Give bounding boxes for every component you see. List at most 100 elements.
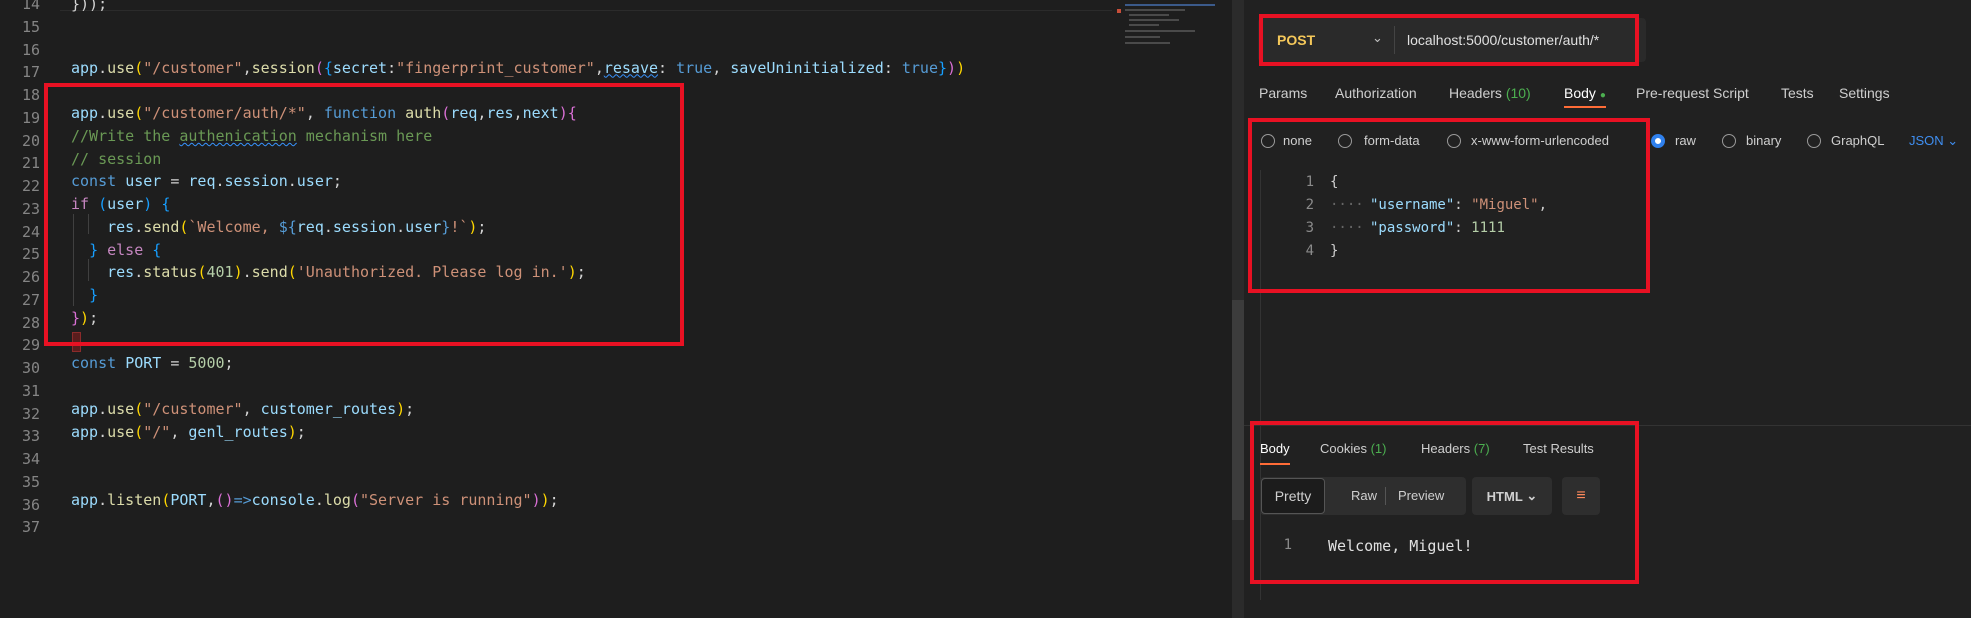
- format-select[interactable]: JSON ⌄: [1909, 133, 1958, 149]
- api-client-panel: POST ⌄ localhost:5000/customer/auth/* Pa…: [1244, 0, 1971, 618]
- line-number: 28: [21, 313, 40, 332]
- tab-tests[interactable]: Tests: [1781, 85, 1814, 101]
- line-number: 34: [21, 450, 40, 468]
- code-token: true: [901, 58, 938, 77]
- code-token: "fingerprint_customer": [396, 58, 595, 77]
- code-line-30: const PORT = 5000;: [71, 352, 234, 375]
- code-token: (: [134, 58, 144, 77]
- code-token: (: [134, 399, 144, 418]
- tab-params[interactable]: Params: [1259, 85, 1307, 101]
- code-token: ;: [224, 354, 234, 373]
- code-token: }: [938, 58, 948, 77]
- radio-binary[interactable]: [1722, 134, 1736, 148]
- code-token: listen: [107, 490, 162, 509]
- highlight-box-request-bar: [1259, 14, 1639, 66]
- code-token: genl_routes: [188, 422, 288, 441]
- code-token: use: [107, 422, 135, 441]
- highlight-box-auth-middleware: [44, 83, 684, 346]
- tab-settings[interactable]: Settings: [1839, 85, 1890, 101]
- code-token: PORT: [170, 490, 207, 509]
- code-token: app: [71, 399, 99, 418]
- line-number: 18: [21, 86, 40, 104]
- line-number: 37: [21, 518, 40, 537]
- code-token: :: [387, 58, 397, 77]
- code-token: app: [71, 490, 99, 509]
- code-token: =>: [233, 490, 252, 509]
- code-token: secret: [332, 58, 388, 77]
- line-number: 25: [21, 245, 40, 264]
- code-token: resave: [603, 58, 659, 77]
- line-number: 23: [21, 199, 40, 218]
- line-number: 27: [21, 290, 40, 309]
- tab-body[interactable]: Body ●: [1564, 85, 1606, 101]
- line-number: 21: [21, 154, 40, 173]
- code-token: .: [98, 490, 108, 509]
- code-token: .: [98, 422, 108, 441]
- editor-scrollbar-thumb[interactable]: [1232, 300, 1244, 520]
- code-token: const: [71, 354, 117, 373]
- code-token: ): [531, 490, 541, 509]
- line-number: 19: [21, 108, 40, 127]
- radio-binary-label: binary: [1746, 133, 1782, 148]
- code-token: .: [98, 58, 108, 77]
- code-token: ;: [296, 422, 306, 441]
- code-token: .: [314, 490, 324, 509]
- line-number: 17: [21, 63, 40, 82]
- code-token: :: [883, 58, 902, 77]
- modified-dot-icon: ●: [1599, 90, 1606, 101]
- tab-pre-request-script[interactable]: Pre-request Script: [1636, 85, 1749, 101]
- code-token: ): [956, 58, 966, 77]
- line-number: 31: [21, 381, 40, 400]
- code-token: {: [323, 58, 333, 77]
- chevron-down-icon: ⌄: [1947, 133, 1959, 148]
- code-token: 5000: [188, 354, 225, 373]
- code-token: "/": [143, 422, 171, 441]
- line-number: 33: [21, 427, 40, 446]
- code-token: "Server is running": [360, 490, 532, 509]
- code-token: =: [161, 354, 189, 373]
- code-token: use: [107, 58, 135, 77]
- code-token: use: [107, 399, 135, 418]
- code-token: (: [350, 490, 360, 509]
- code-token: ): [947, 58, 957, 77]
- radio-graphql[interactable]: [1807, 134, 1821, 148]
- radio-raw[interactable]: [1651, 134, 1665, 148]
- code-token: ): [287, 422, 297, 441]
- code-token: ;: [405, 399, 415, 418]
- tab-authorization[interactable]: Authorization: [1335, 85, 1417, 101]
- code-token: ,: [170, 422, 189, 441]
- code-token: ): [540, 490, 550, 509]
- minimap[interactable]: [1115, 0, 1232, 60]
- code-line-17: app.use("/customer",session({secret:"fin…: [71, 57, 965, 80]
- code-editor[interactable]: 14 15 16 17 18 19 20 21 22 23 24 25 26 27 28 29 30 31 32 33…: [0, 0, 1232, 618]
- code-token: ,: [206, 490, 216, 509]
- code-token: app: [71, 422, 99, 441]
- code-token: ,: [594, 58, 604, 77]
- code-token: (: [161, 490, 171, 509]
- line-number: 22: [21, 177, 40, 195]
- code-token: :: [658, 58, 677, 77]
- line-number: 36: [21, 495, 40, 514]
- line-number: 20: [21, 131, 40, 150]
- active-tab-indicator: [1564, 106, 1606, 108]
- code-token: saveUninitialized: [730, 58, 884, 77]
- code-line-32: app.use("/customer", customer_routes);: [71, 398, 414, 421]
- code-token: "/customer": [143, 58, 243, 77]
- code-token: customer_routes: [260, 399, 397, 418]
- code-token: PORT: [125, 354, 162, 373]
- code-token: ,: [242, 58, 252, 77]
- code-token: ): [396, 399, 406, 418]
- code-token: ,: [242, 399, 261, 418]
- code-line-14: }));: [71, 0, 108, 13]
- code-token: console: [251, 490, 315, 509]
- line-number: 35: [21, 472, 40, 491]
- tab-headers[interactable]: Headers (10): [1449, 85, 1531, 101]
- code-token: app: [71, 58, 99, 77]
- line-number: 26: [21, 268, 40, 286]
- code-token: ;: [549, 490, 559, 509]
- line-number: 30: [21, 359, 40, 377]
- highlight-box-response: [1250, 421, 1639, 584]
- code-token: (): [215, 490, 234, 509]
- line-number: 32: [21, 404, 40, 423]
